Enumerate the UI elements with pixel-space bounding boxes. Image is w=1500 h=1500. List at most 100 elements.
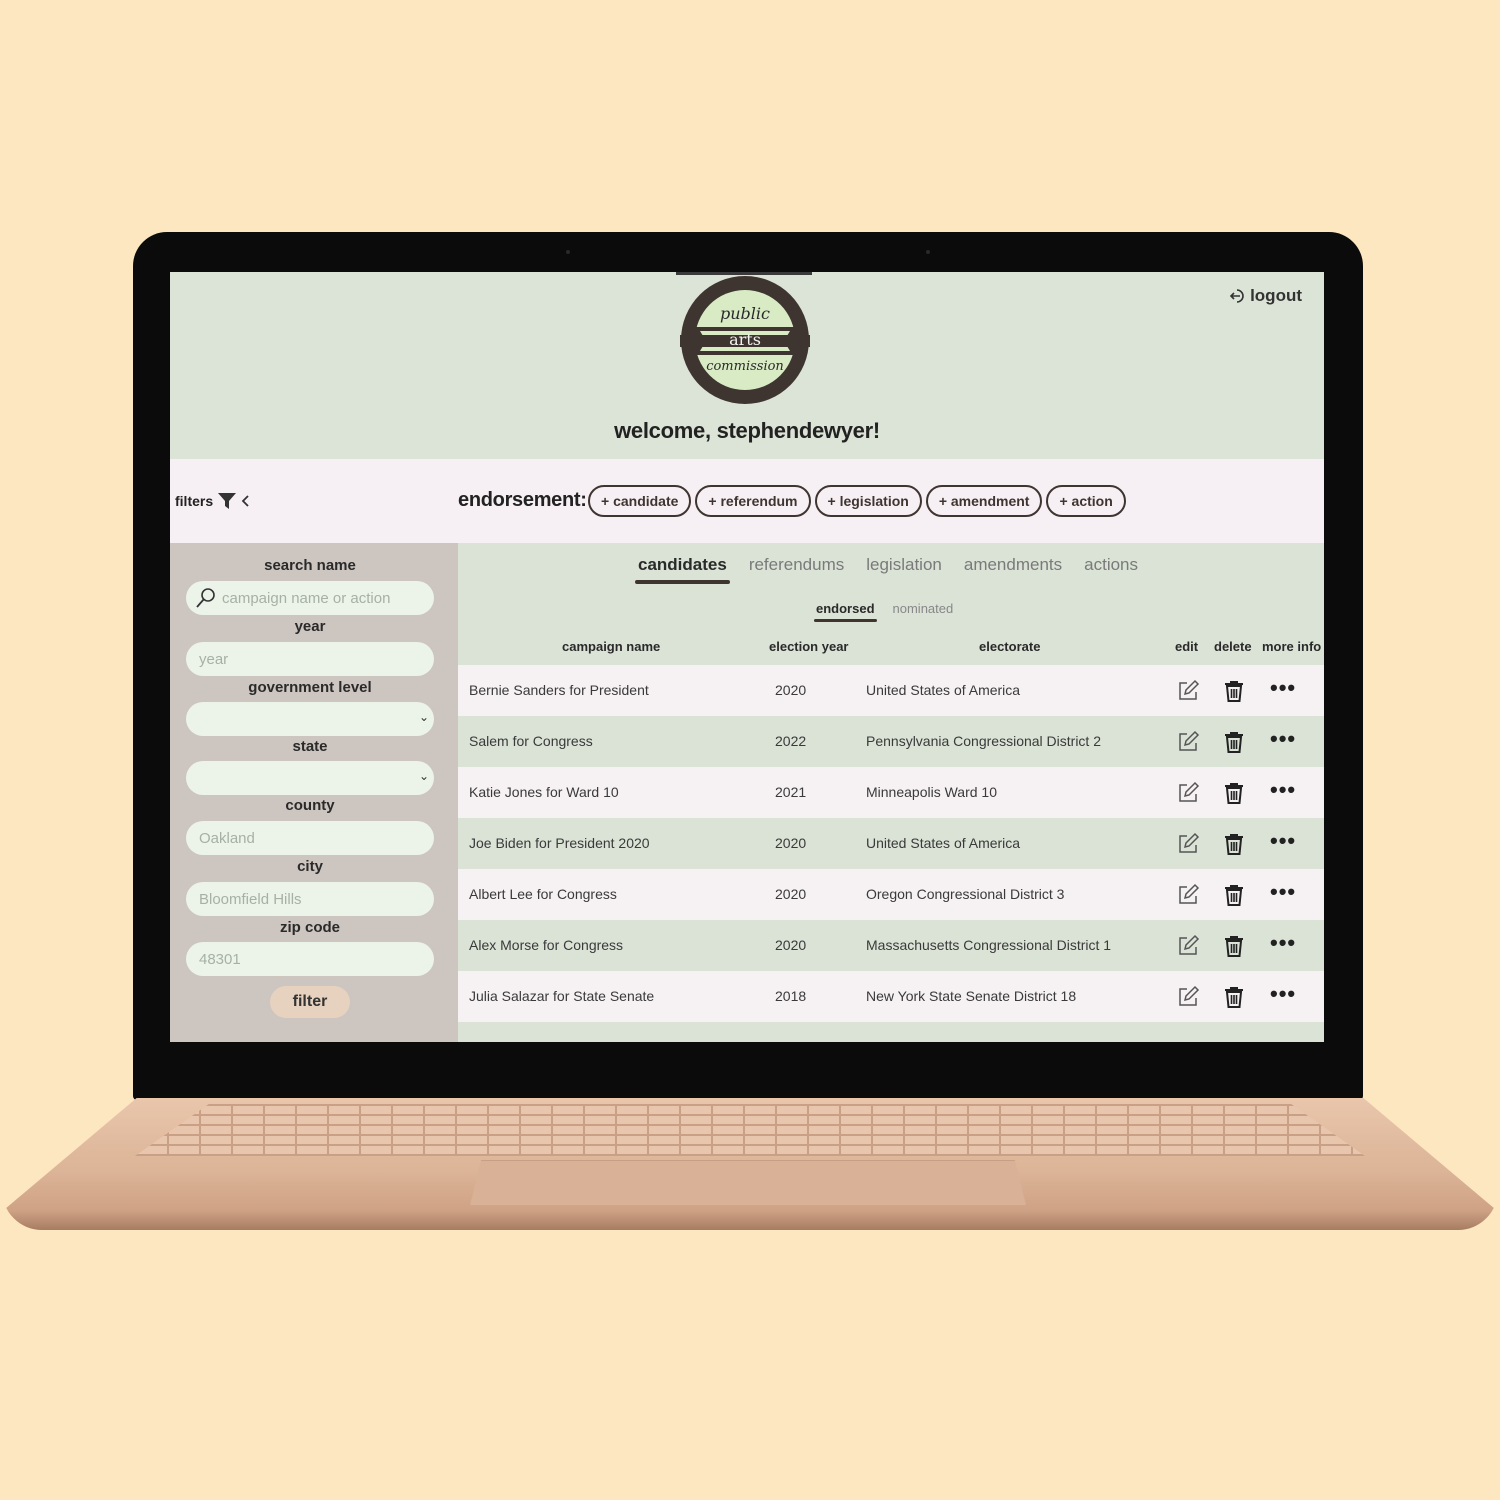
- category-tabs: candidates referendums legislation amend…: [635, 555, 1138, 584]
- trash-icon[interactable]: [1222, 781, 1246, 805]
- campaign-name-cell: Albert Lee for Congress: [469, 886, 617, 902]
- edit-icon[interactable]: [1176, 883, 1200, 907]
- more-info-icon[interactable]: •••: [1270, 830, 1296, 852]
- sensor-dot: [566, 250, 570, 254]
- chevron-down-icon: ⌄: [418, 710, 429, 724]
- trash-icon[interactable]: [1222, 679, 1246, 703]
- chevron-down-icon: ⌄: [418, 769, 429, 783]
- zip-code-input[interactable]: 48301: [186, 942, 434, 976]
- laptop-trackpad: [470, 1160, 1026, 1205]
- state-select[interactable]: ⌄: [186, 761, 434, 795]
- trash-icon[interactable]: [1222, 730, 1246, 754]
- logo-text-bottom: commission: [706, 359, 784, 374]
- county-label: county: [285, 797, 335, 814]
- table-row[interactable]: Salem for Congress 2022 Pennsylvania Con…: [458, 716, 1324, 767]
- filters-toggle[interactable]: filters: [175, 491, 251, 511]
- edit-icon[interactable]: [1176, 679, 1200, 703]
- sensor-dot: [926, 250, 930, 254]
- trash-icon[interactable]: [1222, 985, 1246, 1009]
- election-year-cell: 2022: [775, 733, 807, 749]
- more-info-icon[interactable]: •••: [1270, 932, 1296, 954]
- campaign-name-cell: Bernie Sanders for President: [469, 682, 649, 698]
- search-input[interactable]: campaign name or action: [186, 581, 434, 615]
- election-year-cell: 2020: [775, 937, 807, 953]
- election-year-cell: 2020: [775, 682, 807, 698]
- electorate-cell: Pennsylvania Congressional District 2: [866, 733, 1101, 749]
- logo-text-middle: arts: [729, 330, 761, 349]
- column-header-delete: delete: [1214, 639, 1252, 654]
- search-placeholder: campaign name or action: [222, 589, 391, 607]
- state-label: state: [292, 738, 328, 755]
- election-year-cell: 2020: [775, 886, 807, 902]
- more-info-icon[interactable]: •••: [1270, 881, 1296, 903]
- add-referendum-button[interactable]: + referendum: [695, 485, 811, 517]
- tab-amendments[interactable]: amendments: [964, 555, 1062, 580]
- campaign-name-cell: Julia Salazar for State Senate: [469, 988, 655, 1004]
- table-row[interactable]: Bernie Sanders for President 2020 United…: [458, 665, 1324, 716]
- campaign-name-cell: Joe Biden for President 2020: [469, 835, 650, 851]
- election-year-cell: 2021: [775, 784, 807, 800]
- logout-button[interactable]: logout: [1228, 286, 1302, 306]
- table-row[interactable]: Katie Jones for Ward 10 2021 Minneapolis…: [458, 767, 1324, 818]
- table-row[interactable]: Julia Salazar for State Senate 2018 New …: [458, 971, 1324, 1022]
- year-input[interactable]: year: [186, 642, 434, 676]
- edit-icon[interactable]: [1176, 832, 1200, 856]
- more-info-icon[interactable]: •••: [1270, 779, 1296, 801]
- table-row[interactable]: Joe Biden for President 2020 2020 United…: [458, 818, 1324, 869]
- app-header: public arts commission welcome, stephend…: [170, 272, 1324, 459]
- trash-icon[interactable]: [1222, 832, 1246, 856]
- subtab-endorsed[interactable]: endorsed: [814, 601, 877, 622]
- endorsement-label: endorsement:: [458, 489, 587, 511]
- logout-icon: [1229, 289, 1244, 303]
- table-row-partial[interactable]: [458, 1022, 1324, 1042]
- campaign-name-cell: Alex Morse for Congress: [469, 937, 624, 953]
- edit-icon[interactable]: [1176, 985, 1200, 1009]
- trash-icon[interactable]: [1222, 934, 1246, 958]
- edit-icon[interactable]: [1176, 730, 1200, 754]
- search-name-label: search name: [264, 557, 356, 574]
- campaign-name-cell: Katie Jones for Ward 10: [469, 784, 619, 800]
- tab-actions[interactable]: actions: [1084, 555, 1138, 580]
- column-header-election-year[interactable]: election year: [769, 639, 849, 654]
- endorsement-buttons: + candidate + referendum + legislation +…: [588, 485, 1126, 517]
- more-info-icon[interactable]: •••: [1270, 983, 1296, 1005]
- year-label: year: [294, 618, 326, 635]
- trash-icon[interactable]: [1222, 883, 1246, 907]
- edit-icon[interactable]: [1176, 934, 1200, 958]
- filter-button[interactable]: filter: [270, 986, 350, 1018]
- logo-text-top: public: [720, 304, 770, 323]
- more-info-icon[interactable]: •••: [1270, 677, 1296, 699]
- filters-label: filters: [175, 493, 214, 509]
- add-amendment-button[interactable]: + amendment: [925, 485, 1043, 517]
- tab-legislation[interactable]: legislation: [866, 555, 942, 580]
- welcome-message: welcome, stephendewyer!: [614, 418, 880, 443]
- city-input[interactable]: Bloomfield Hills: [186, 882, 434, 916]
- public-arts-commission-logo[interactable]: public arts commission: [680, 275, 810, 405]
- more-info-icon[interactable]: •••: [1270, 728, 1296, 750]
- add-candidate-button[interactable]: + candidate: [588, 485, 692, 517]
- county-input[interactable]: Oakland: [186, 821, 434, 855]
- column-header-campaign-name[interactable]: campaign name: [562, 639, 660, 654]
- edit-icon[interactable]: [1176, 781, 1200, 805]
- table-row[interactable]: Albert Lee for Congress 2020 Oregon Cong…: [458, 869, 1324, 920]
- add-legislation-button[interactable]: + legislation: [814, 485, 922, 517]
- funnel-icon: [218, 493, 237, 509]
- column-header-edit: edit: [1175, 639, 1199, 654]
- endorsement-toolbar: filters endorsement: + candidate + refer…: [170, 459, 1324, 543]
- tab-candidates[interactable]: candidates: [635, 555, 730, 584]
- zip-code-label: zip code: [279, 919, 340, 936]
- electorate-cell: New York State Senate District 18: [866, 988, 1077, 1004]
- laptop-keyboard: [135, 1104, 1365, 1156]
- subtab-nominated[interactable]: nominated: [893, 601, 954, 616]
- tab-referendums[interactable]: referendums: [749, 555, 844, 580]
- government-level-select[interactable]: ⌄: [186, 702, 434, 736]
- column-header-electorate[interactable]: electorate: [979, 639, 1040, 654]
- add-action-button[interactable]: + action: [1046, 485, 1126, 517]
- electorate-cell: Minneapolis Ward 10: [866, 784, 997, 800]
- city-label: city: [297, 858, 323, 875]
- table-row[interactable]: Alex Morse for Congress 2020 Massachuset…: [458, 920, 1324, 971]
- app-screen: public arts commission welcome, stephend…: [170, 272, 1324, 1042]
- chevron-left-icon[interactable]: [241, 494, 251, 508]
- electorate-cell: United States of America: [866, 682, 1021, 698]
- logout-label: logout: [1250, 286, 1302, 305]
